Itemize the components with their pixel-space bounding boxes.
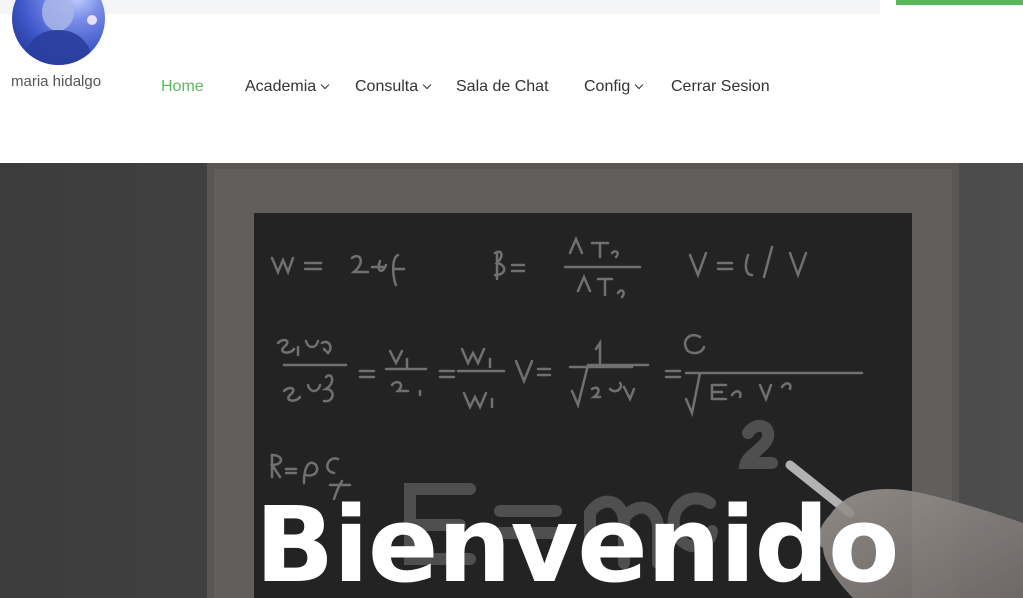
chevron-down-icon: [320, 80, 330, 90]
hero-banner: Bienvenido: [0, 163, 1023, 598]
nav-item-home[interactable]: Home: [161, 78, 204, 96]
nav-item-config[interactable]: Config: [584, 78, 644, 96]
nav-item-consulta[interactable]: Consulta: [355, 78, 432, 96]
nav-item-consulta-label: Consulta: [355, 78, 419, 95]
site-header: maria hidalgo Home Academia Consulta Sal…: [0, 0, 1023, 163]
nav-item-cerrar-sesion[interactable]: Cerrar Sesion: [671, 78, 770, 96]
chevron-down-icon: [422, 80, 432, 90]
hero-title: Bienvenido: [255, 484, 899, 598]
main-nav: Home Academia Consulta Sala de Chat Conf…: [0, 78, 1023, 102]
nav-item-academia-label: Academia: [245, 78, 317, 95]
nav-item-academia[interactable]: Academia: [245, 78, 330, 96]
chevron-down-icon: [635, 80, 644, 90]
nav-item-cerrar-sesion-label: Cerrar Sesion: [671, 78, 770, 95]
nav-item-home-label: Home: [161, 78, 204, 95]
user-avatar-icon[interactable]: [12, 0, 105, 65]
nav-item-sala-de-chat[interactable]: Sala de Chat: [456, 78, 549, 96]
nav-item-sala-de-chat-label: Sala de Chat: [456, 78, 549, 95]
nav-item-config-label: Config: [584, 78, 631, 95]
